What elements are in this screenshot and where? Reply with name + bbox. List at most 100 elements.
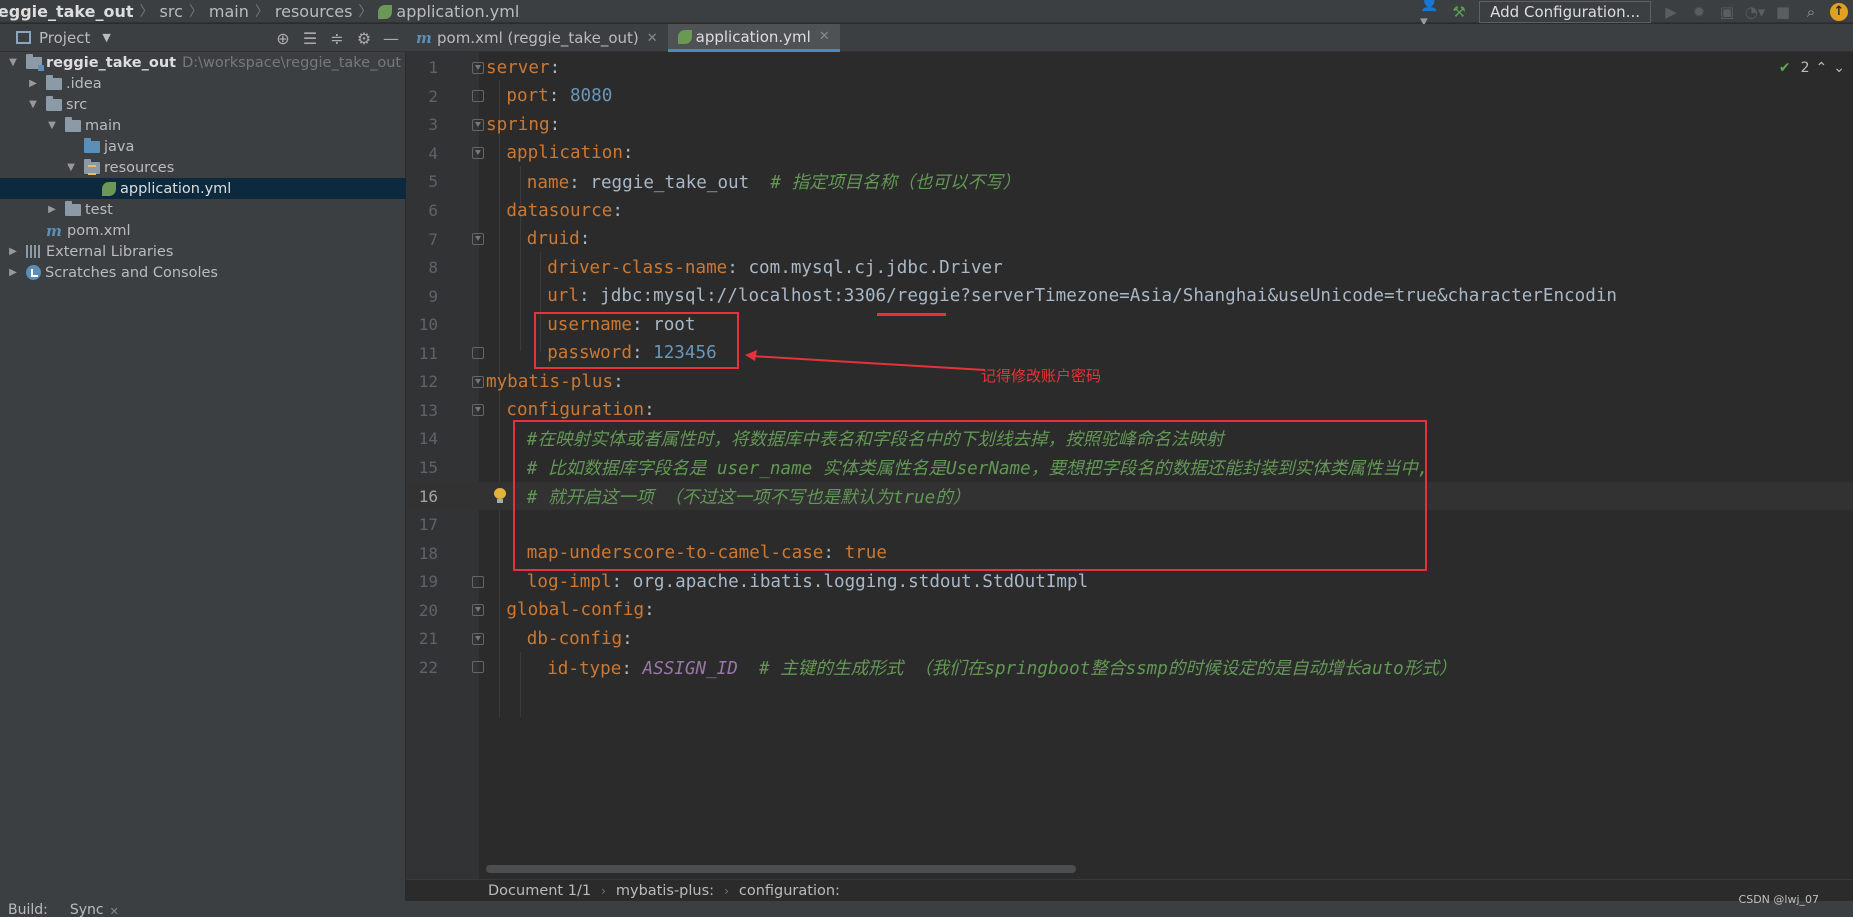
tree-item-application-yml[interactable]: application.yml [0, 178, 406, 199]
yaml-value: jdbc:mysql://localhost:3306/reggie?serve… [600, 286, 1618, 307]
close-icon[interactable]: ✕ [647, 31, 658, 46]
code-line[interactable]: 21 db-config: [406, 625, 1853, 654]
tab-pom-xml[interactable]: m pom.xml (reggie_take_out) ✕ [406, 24, 668, 52]
line-number: 13 [418, 400, 438, 420]
expand-all-icon[interactable]: ☰ [299, 29, 321, 48]
chevron-down-icon[interactable]: ⌄ [1833, 60, 1845, 76]
tree-item-resources[interactable]: ▼ resources [0, 157, 406, 178]
chevron-right-icon[interactable]: ▶ [6, 246, 20, 257]
sync-tab[interactable]: Sync [70, 901, 104, 917]
intention-bulb-icon[interactable] [493, 488, 507, 504]
fold-marker-icon[interactable] [472, 90, 484, 103]
chevron-down-icon[interactable]: ▼ [45, 120, 59, 131]
tree-item-main[interactable]: ▼ main [0, 115, 406, 136]
build-hammer-icon[interactable]: ⚒ [1448, 2, 1470, 22]
tree-item-java[interactable]: ▶ java [0, 136, 406, 157]
chevron-right-icon[interactable]: ▶ [26, 78, 40, 89]
tree-item-external-libraries[interactable]: ▶ External Libraries [0, 241, 406, 262]
tree-item-src[interactable]: ▼ src [0, 94, 406, 115]
fold-marker-icon[interactable] [472, 632, 484, 645]
editor-crumb-configuration[interactable]: configuration: [739, 883, 840, 899]
fold-marker-icon[interactable] [472, 61, 484, 74]
editor-crumb-mybatis-plus[interactable]: mybatis-plus: [616, 883, 714, 899]
profile-icon[interactable]: ◔▾ [1744, 2, 1766, 22]
crumb-separator: › [724, 883, 729, 898]
user-account-icon[interactable]: 👤▾ [1420, 0, 1442, 30]
tree-item-pom-xml[interactable]: m pom.xml [0, 220, 406, 241]
chevron-down-icon[interactable]: ▼ [26, 99, 40, 110]
code-line[interactable]: 6 datasource: [406, 196, 1853, 225]
fold-marker-icon[interactable] [472, 404, 484, 417]
yaml-separator: : [644, 400, 655, 421]
fold-marker-icon[interactable] [472, 147, 484, 160]
stop-icon[interactable]: ■ [1772, 2, 1794, 22]
crumb-src[interactable]: src [160, 2, 183, 21]
chevron-right-icon[interactable]: ▶ [45, 204, 59, 215]
inspection-widget[interactable]: ✔ 2 ⌃ ⌄ [1773, 60, 1845, 76]
fold-marker-icon[interactable] [472, 575, 484, 588]
tree-item-test[interactable]: ▶ test [0, 199, 406, 220]
yaml-separator: : [578, 286, 601, 307]
chevron-down-icon[interactable]: ▼ [64, 162, 78, 173]
search-icon[interactable]: ⌕ [1800, 2, 1822, 22]
yaml-key: mybatis-plus [486, 371, 614, 392]
fold-marker-icon[interactable] [472, 347, 484, 360]
coverage-icon[interactable]: ▣ [1716, 2, 1738, 22]
fold-marker-icon[interactable] [472, 604, 484, 617]
tree-item-path: D:\workspace\reggie_take_out [182, 54, 402, 71]
crumb-file[interactable]: application.yml [396, 2, 519, 21]
code-text: port: 8080 [506, 86, 612, 106]
chevron-down-icon[interactable]: ▼ [6, 57, 20, 68]
code-line[interactable]: 19 log-impl: org.apache.ibatis.logging.st… [406, 567, 1853, 596]
code-line[interactable]: 20 global-config: [406, 596, 1853, 625]
maven-file-icon: m [416, 29, 432, 47]
close-icon[interactable]: ✕ [110, 901, 119, 917]
run-icon[interactable]: ▶ [1660, 2, 1682, 22]
gear-icon[interactable]: ⚙ [353, 29, 375, 48]
yaml-key: driver-class-name [547, 257, 728, 278]
code-line[interactable]: 3 spring: [406, 111, 1853, 140]
code-line[interactable]: 4 application: [406, 139, 1853, 168]
code-line[interactable]: 7 druid: [406, 225, 1853, 254]
crumb-project[interactable]: reggie_take_out [0, 2, 134, 21]
close-icon[interactable]: ✕ [819, 29, 830, 44]
hide-panel-icon[interactable]: — [380, 29, 402, 48]
add-configuration-button[interactable]: Add Configuration... [1479, 0, 1651, 23]
chevron-right-icon[interactable]: ▶ [6, 267, 20, 278]
code-line[interactable]: 2 port: 8080 [406, 82, 1853, 111]
debug-icon[interactable]: ✹ [1688, 2, 1710, 22]
tree-item-scratches[interactable]: ▶ Scratches and Consoles [0, 262, 406, 283]
code-line[interactable]: 12 mybatis-plus: [406, 368, 1853, 397]
fold-marker-icon[interactable] [472, 661, 484, 674]
folder-icon [46, 74, 62, 90]
crumb-resources[interactable]: resources [275, 2, 353, 21]
yaml-key: id-type [547, 658, 622, 679]
update-icon[interactable]: ↑ [1828, 2, 1850, 22]
fold-marker-icon[interactable] [472, 375, 484, 388]
code-text: application: [506, 143, 633, 163]
tree-item-project-root[interactable]: ▼ reggie_take_out D:\workspace\reggie_ta… [0, 52, 406, 73]
code-editor[interactable]: 1 server: 2 port: 8080 3 spring: 4 application:… [406, 52, 1853, 879]
horizontal-scrollbar[interactable] [486, 865, 1076, 873]
yaml-key: log-impl [526, 571, 612, 592]
yaml-file-icon [378, 5, 393, 19]
tab-application-yml[interactable]: application.yml ✕ [667, 24, 840, 52]
collapse-all-icon[interactable]: ≑ [326, 29, 348, 48]
code-text: configuration: [506, 400, 654, 420]
code-line[interactable]: 8 driver-class-name: com.mysql.cj.jdbc.Dr… [406, 253, 1853, 282]
code-line[interactable]: 22 id-type: ASSIGN_ID # 主键的生成形式 （我们在sprin… [406, 653, 1853, 682]
code-line[interactable]: 9 url: jdbc:mysql://localhost:3306/reggie… [406, 282, 1853, 311]
fold-marker-icon[interactable] [472, 233, 484, 246]
code-line[interactable]: 5 name: reggie_take_out # 指定项目名称（也可以不写） [406, 168, 1853, 197]
code-text: db-config: [527, 629, 633, 649]
line-number: 1 [428, 58, 438, 78]
locate-file-icon[interactable]: ⊕ [272, 29, 294, 48]
editor-crumb-document[interactable]: Document 1/1 [488, 883, 591, 899]
build-tab[interactable]: Build: [8, 901, 48, 917]
project-view-selector[interactable]: Project ▼ [16, 29, 111, 47]
code-line[interactable]: 1 server: [406, 54, 1853, 83]
crumb-main[interactable]: main [209, 2, 249, 21]
tree-item-idea[interactable]: ▶ .idea [0, 73, 406, 94]
fold-marker-icon[interactable] [472, 118, 484, 131]
chevron-up-icon[interactable]: ⌃ [1816, 60, 1828, 76]
